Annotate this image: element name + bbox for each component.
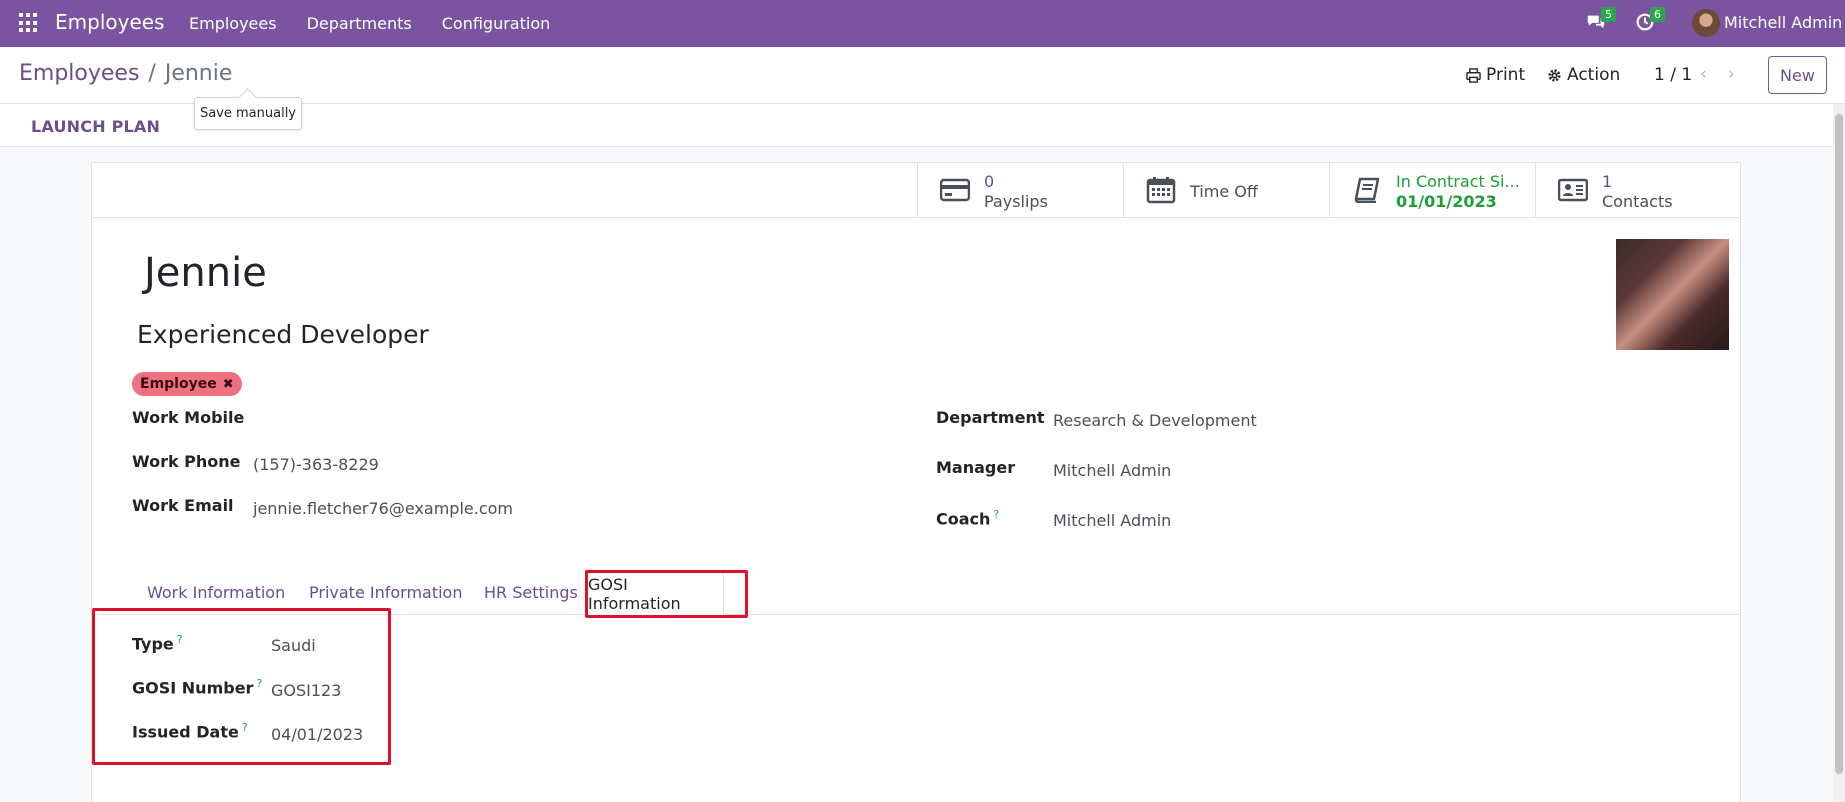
contacts-count: 1 xyxy=(1602,172,1613,191)
department-field[interactable]: Research & Development xyxy=(1053,411,1257,430)
employee-tag: Employee ✖ xyxy=(132,372,242,396)
action-button[interactable]: Action xyxy=(1547,65,1620,85)
tab-gosi-information[interactable]: GOSI Information xyxy=(587,571,724,616)
credit-card-icon xyxy=(940,178,970,202)
payslips-label: Payslips xyxy=(984,192,1048,211)
apps-grid-icon[interactable] xyxy=(19,13,39,33)
contract-date: 01/01/2023 xyxy=(1396,192,1497,211)
gosi-number-label: GOSI Number? xyxy=(132,677,262,697)
user-avatar[interactable] xyxy=(1692,9,1720,37)
contacts-label: Contacts xyxy=(1602,192,1673,211)
control-panel: Employees / Jennie Print Action 1 / 1 ‹ … xyxy=(0,47,1845,104)
tab-work-information[interactable]: Work Information xyxy=(147,583,285,602)
coach-label-text: Coach xyxy=(936,509,991,529)
gosi-number-field[interactable]: GOSI123 xyxy=(271,681,341,700)
gosi-number-help-icon[interactable]: ? xyxy=(256,677,262,690)
manager-label: Manager xyxy=(936,458,1016,477)
menu-item-configuration[interactable]: Configuration xyxy=(442,14,551,33)
issued-date-field[interactable]: 04/01/2023 xyxy=(271,725,363,744)
breadcrumb-employees[interactable]: Employees xyxy=(19,61,139,86)
gosi-type-label-text: Type xyxy=(132,634,174,654)
gosi-type-label: Type? xyxy=(132,633,183,653)
breadcrumb: Employees / Jennie xyxy=(19,61,232,86)
work-mobile-label: Work Mobile xyxy=(132,408,245,427)
work-email-label: Work Email xyxy=(132,496,234,515)
gosi-type-help-icon[interactable]: ? xyxy=(177,633,183,646)
pager-previous-icon[interactable]: ‹ xyxy=(1700,64,1707,84)
contacts-smart-button[interactable]: 1 Contacts xyxy=(1535,163,1741,218)
breadcrumb-current: Jennie xyxy=(164,61,233,86)
top-navbar: Employees Employees Departments Configur… xyxy=(0,0,1845,47)
activities-badge: 6 xyxy=(1650,7,1665,22)
save-manually-tooltip: Save manually xyxy=(194,97,302,130)
breadcrumb-separator: / xyxy=(148,61,156,86)
payslips-smart-button[interactable]: 0 Payslips xyxy=(917,163,1123,218)
contract-smart-button[interactable]: In Contract Si... 01/01/2023 xyxy=(1329,163,1535,218)
page-scrollbar[interactable] xyxy=(1833,104,1845,802)
action-label: Action xyxy=(1567,65,1621,85)
department-label: Department xyxy=(936,408,1045,427)
main-menu: Employees Departments Configuration xyxy=(189,14,550,33)
gosi-type-field[interactable]: Saudi xyxy=(271,636,316,655)
coach-help-icon[interactable]: ? xyxy=(993,508,999,521)
remove-tag-icon[interactable]: ✖ xyxy=(223,377,234,392)
tab-private-information[interactable]: Private Information xyxy=(309,583,462,602)
scrollbar-thumb[interactable] xyxy=(1835,114,1843,774)
job-title-field[interactable]: Experienced Developer xyxy=(137,320,429,349)
employee-tag-label: Employee xyxy=(140,376,217,392)
work-phone-field[interactable]: (157)-363-8229 xyxy=(253,455,379,474)
menu-item-employees[interactable]: Employees xyxy=(189,14,277,33)
app-brand[interactable]: Employees xyxy=(55,10,164,34)
print-icon xyxy=(1466,67,1481,83)
menu-item-departments[interactable]: Departments xyxy=(307,14,412,33)
issued-date-label: Issued Date? xyxy=(132,721,248,741)
employee-name-field[interactable]: Jennie xyxy=(144,250,267,296)
employee-photo[interactable] xyxy=(1616,239,1729,350)
tab-hr-settings[interactable]: HR Settings xyxy=(484,583,578,602)
work-email-field[interactable]: jennie.fletcher76@example.com xyxy=(253,499,513,518)
payslips-count: 0 xyxy=(984,172,995,191)
smart-button-box: 0 Payslips Time Off In Contract Si... 01… xyxy=(92,163,1740,218)
gear-icon xyxy=(1548,68,1561,82)
book-icon xyxy=(1354,177,1380,203)
employee-form-sheet: 0 Payslips Time Off In Contract Si... 01… xyxy=(91,162,1741,802)
messages-badge: 5 xyxy=(1601,7,1616,22)
time-off-label: Time Off xyxy=(1190,182,1258,201)
pager-next-icon[interactable]: › xyxy=(1728,64,1735,84)
time-off-smart-button[interactable]: Time Off xyxy=(1123,163,1329,218)
issued-date-label-text: Issued Date xyxy=(132,722,239,742)
contact-card-icon xyxy=(1558,178,1588,202)
launch-plan-button[interactable]: LAUNCH PLAN xyxy=(31,117,160,136)
print-button[interactable]: Print xyxy=(1466,65,1525,85)
contract-status: In Contract Si... xyxy=(1396,172,1520,191)
coach-label: Coach? xyxy=(936,508,999,528)
user-menu[interactable]: Mitchell Admin xyxy=(1724,13,1842,32)
notebook-tabs: Work Information Private Information HR … xyxy=(92,571,1740,616)
coach-field[interactable]: Mitchell Admin xyxy=(1053,511,1171,530)
print-label: Print xyxy=(1486,65,1526,85)
issued-date-help-icon[interactable]: ? xyxy=(242,721,248,734)
calendar-icon xyxy=(1146,177,1176,204)
work-phone-label: Work Phone xyxy=(132,452,241,471)
gosi-number-label-text: GOSI Number xyxy=(132,678,254,698)
manager-field[interactable]: Mitchell Admin xyxy=(1053,461,1171,480)
new-button[interactable]: New xyxy=(1768,56,1827,94)
pager-value[interactable]: 1 / 1 xyxy=(1654,65,1692,85)
